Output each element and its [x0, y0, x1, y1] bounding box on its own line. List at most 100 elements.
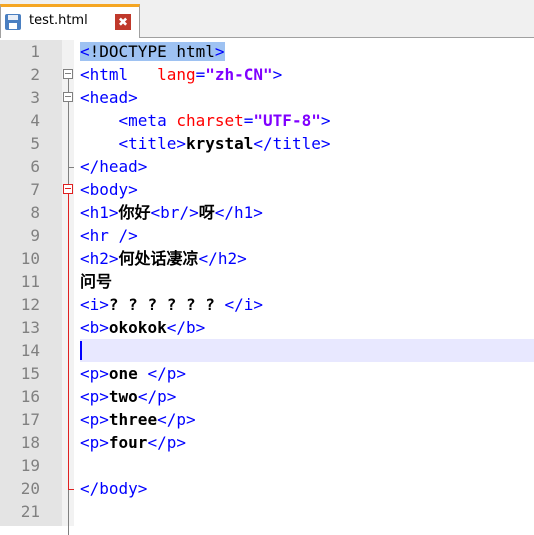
save-icon: [5, 14, 21, 30]
code-token: </b>: [166, 318, 206, 337]
code-token: one: [108, 364, 148, 383]
line-number: 3: [30, 88, 40, 107]
code-token: okokok: [108, 318, 167, 337]
line-number: 11: [20, 272, 40, 291]
code-token: <: [80, 42, 90, 61]
line-content[interactable]: <hr />: [80, 224, 534, 247]
code-token: </p>: [137, 387, 177, 406]
line-number: 20: [20, 479, 40, 498]
line-number: 15: [20, 364, 40, 383]
line-content[interactable]: <meta charset="UTF-8">: [80, 109, 534, 132]
code-line[interactable]: 17 <p>three</p>: [0, 408, 534, 431]
fold-toggle-icon[interactable]: [63, 184, 73, 194]
code-line[interactable]: 8 <h1>你好<br/>呀</h1>: [0, 201, 534, 224]
code-token: </i>: [224, 295, 264, 314]
line-content[interactable]: <b>okokok</b>: [80, 316, 534, 339]
fold-end-marker: [68, 489, 74, 490]
code-token: =: [195, 65, 206, 84]
line-number: 21: [20, 502, 40, 521]
code-token: three: [108, 410, 158, 429]
code-token: <html: [80, 65, 158, 84]
text-caret: [80, 341, 82, 360]
fold-toggle-icon[interactable]: [63, 92, 73, 102]
line-content[interactable]: </body>: [80, 477, 534, 500]
line-number: 2: [30, 65, 40, 84]
code-line[interactable]: 18 <p>four</p>: [0, 431, 534, 454]
line-number: 7: [30, 180, 40, 199]
code-token: <h1>: [80, 203, 119, 222]
code-token: <title>: [80, 134, 186, 153]
code-token: <hr />: [80, 226, 138, 245]
line-content[interactable]: <p>one </p>: [80, 362, 534, 385]
file-tab[interactable]: test.html ✖: [0, 4, 140, 38]
code-token: </h2>: [198, 249, 247, 268]
code-token: two: [108, 387, 138, 406]
line-content[interactable]: <i>? ? ? ? ? ? </i>: [80, 293, 534, 316]
code-token: "zh-CN": [205, 65, 273, 84]
code-token: </body>: [80, 479, 148, 498]
code-line[interactable]: 12 <i>? ? ? ? ? ? </i>: [0, 293, 534, 316]
code-line[interactable]: 20 </body>: [0, 477, 534, 500]
code-line[interactable]: 14: [0, 339, 534, 362]
line-content[interactable]: <html lang="zh-CN">: [80, 63, 534, 86]
line-number: 8: [30, 203, 40, 222]
line-content[interactable]: [80, 454, 534, 477]
line-content[interactable]: <!DOCTYPE html>: [80, 40, 534, 63]
code-line[interactable]: 10 <h2>何处话凄凉</h2>: [0, 247, 534, 270]
code-token: </head>: [80, 157, 148, 176]
code-line[interactable]: 15 <p>one </p>: [0, 362, 534, 385]
code-token: !DOCTYPE html: [89, 42, 215, 61]
code-token: </p>: [147, 433, 186, 452]
line-content[interactable]: <head>: [80, 86, 534, 109]
code-token: >: [272, 65, 283, 84]
code-line[interactable]: 16 <p>two</p>: [0, 385, 534, 408]
code-token: krystal: [185, 134, 254, 153]
code-line[interactable]: 9 <hr />: [0, 224, 534, 247]
line-number: 14: [20, 341, 40, 360]
line-content[interactable]: [80, 500, 534, 523]
code-token: <p>: [80, 387, 109, 406]
line-content[interactable]: <h2>何处话凄凉</h2>: [80, 247, 534, 270]
code-line[interactable]: 1 <!DOCTYPE html>: [0, 40, 534, 63]
line-content[interactable]: </head>: [80, 155, 534, 178]
code-token: <body>: [80, 180, 138, 199]
code-token: 何处话凄凉: [118, 249, 199, 268]
code-token: <br/>: [150, 203, 199, 222]
fold-guide: [68, 194, 69, 489]
line-content[interactable]: <title>krystal</title>: [80, 132, 534, 155]
line-number: 5: [30, 134, 40, 153]
code-token: >: [214, 42, 225, 61]
line-content[interactable]: <body>: [80, 178, 534, 201]
line-number: 10: [20, 249, 40, 268]
code-line[interactable]: 4 <meta charset="UTF-8">: [0, 109, 534, 132]
code-line[interactable]: 13 <b>okokok</b>: [0, 316, 534, 339]
code-line[interactable]: 6 </head>: [0, 155, 534, 178]
code-line[interactable]: 7 <body>: [0, 178, 534, 201]
tab-filename: test.html: [29, 13, 88, 28]
code-token: ? ? ? ? ? ?: [108, 295, 225, 314]
code-line[interactable]: 19: [0, 454, 534, 477]
line-content[interactable]: <p>three</p>: [80, 408, 534, 431]
code-token: </p>: [147, 364, 186, 383]
code-token: <p>: [80, 433, 109, 452]
code-line[interactable]: 2 <html lang="zh-CN">: [0, 63, 534, 86]
close-icon[interactable]: ✖: [115, 14, 131, 30]
line-content[interactable]: [80, 339, 534, 362]
line-number: 4: [30, 111, 40, 130]
line-content[interactable]: <p>four</p>: [80, 431, 534, 454]
fold-toggle-icon[interactable]: [63, 69, 73, 79]
line-content[interactable]: <h1>你好<br/>呀</h1>: [80, 201, 534, 224]
code-token: >: [320, 111, 331, 130]
code-token: <p>: [80, 410, 109, 429]
line-number: 6: [30, 157, 40, 176]
code-line[interactable]: 21: [0, 500, 534, 523]
code-token: </p>: [157, 410, 196, 429]
code-token: lang: [157, 65, 196, 84]
line-content[interactable]: 问号: [80, 270, 534, 293]
code-line[interactable]: 3 <head>: [0, 86, 534, 109]
code-line[interactable]: 5 <title>krystal</title>: [0, 132, 534, 155]
code-line[interactable]: 11 问号: [0, 270, 534, 293]
code-token: four: [108, 433, 148, 452]
code-token: <head>: [80, 88, 138, 107]
line-content[interactable]: <p>two</p>: [80, 385, 534, 408]
